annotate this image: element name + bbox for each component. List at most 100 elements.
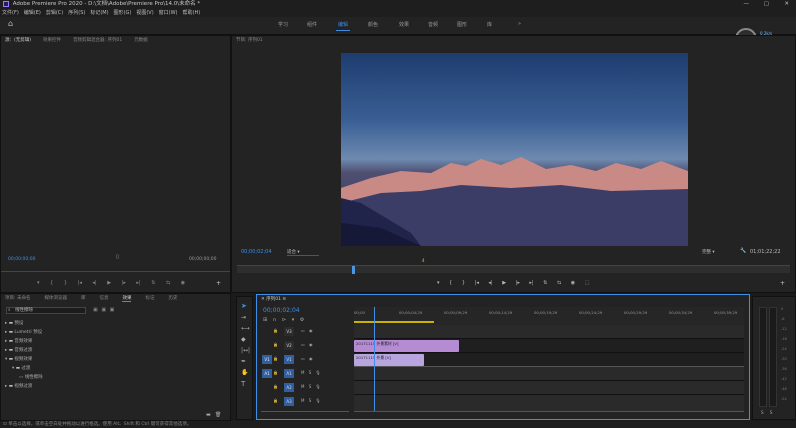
home-icon[interactable]: ⌂ <box>8 19 13 28</box>
workspace-tab[interactable]: 效果 <box>399 21 409 28</box>
track-visibility-icon[interactable]: ▭ ◉ <box>301 356 313 361</box>
type-tool-icon[interactable]: T <box>241 380 245 388</box>
source-tab[interactable]: 源：(无剪辑) <box>5 38 31 43</box>
track-visibility-icon[interactable]: ▭ ◉ <box>301 328 313 333</box>
effects-tab[interactable]: 历史 <box>168 296 177 301</box>
pen-tool-icon[interactable]: ✒ <box>241 358 246 365</box>
source-patch[interactable]: V1 <box>262 355 272 364</box>
lock-icon[interactable]: 🔒 <box>273 342 278 347</box>
lock-icon[interactable]: 🔒 <box>273 328 278 333</box>
workspace-tab[interactable]: 编辑 <box>338 21 348 28</box>
effects-tree-item[interactable]: ▸ ▬ Lumetri 预设 <box>5 328 225 337</box>
effects-tree-item[interactable]: ▸ ▬ 预设 <box>5 319 225 328</box>
effects-tab[interactable]: 媒体浏览器 <box>44 296 67 301</box>
ruler-tick-label: 00;00;24;29 <box>579 310 603 315</box>
track-mute-solo-icons[interactable]: M S 🎙 <box>301 370 321 375</box>
razor-tool-icon[interactable]: ◆ <box>241 336 246 343</box>
track-target[interactable]: V2 <box>284 341 294 350</box>
track-target[interactable]: V1 <box>284 355 294 364</box>
menu-item[interactable]: 标记(M) <box>90 10 108 16</box>
track-target[interactable]: A1 <box>284 369 294 378</box>
track-header[interactable]: A2 🔒 M S 🎙 <box>261 381 353 394</box>
program-playhead[interactable] <box>352 266 355 274</box>
effects-tab[interactable]: 效果 <box>122 296 132 302</box>
track-area[interactable]: 20171115 外景素材 [V] 20171115 外景 [V] <box>354 307 744 411</box>
track-header[interactable]: V2 🔒 ▭ ◉ <box>261 339 353 352</box>
source-patch[interactable]: A1 <box>262 369 272 378</box>
source-add-button[interactable]: + <box>216 280 221 287</box>
program-add-button[interactable]: + <box>780 280 785 287</box>
lock-icon[interactable]: 🔒 <box>273 356 278 361</box>
effects-tab[interactable]: 项目: 未命名 <box>5 296 30 301</box>
source-marker-icon: ▯ <box>116 254 119 260</box>
menu-item[interactable]: 窗口(W) <box>159 10 178 16</box>
track-select-tool-icon[interactable]: ⇥ <box>241 314 246 321</box>
timeline-clip[interactable]: 20171115 外景素材 [V] <box>354 340 460 352</box>
effects-tab[interactable]: 库 <box>81 296 86 301</box>
track-target[interactable]: V3 <box>284 327 294 336</box>
workspace-tab[interactable]: 库 <box>487 21 492 28</box>
effects-tree-item[interactable]: ▾ ▬ 过渡 <box>5 364 225 373</box>
lock-icon[interactable]: 🔒 <box>273 384 278 389</box>
ruler-tick-label: 00;00 <box>354 310 365 315</box>
selection-tool-icon[interactable]: ➤ <box>241 302 247 310</box>
source-tab[interactable]: 效果控件 <box>43 38 61 43</box>
effects-tree-item[interactable]: ▭ 线性擦除 <box>5 373 225 382</box>
track-mute-solo-icons[interactable]: M S 🎙 <box>301 384 321 389</box>
menu-item[interactable]: 序列(S) <box>68 10 85 16</box>
effects-tab[interactable]: 标记 <box>145 296 154 301</box>
close-button[interactable]: ✕ <box>784 0 789 9</box>
program-scrubber[interactable] <box>237 265 790 274</box>
workspace-tab[interactable]: 图形 <box>457 21 467 28</box>
source-tab[interactable]: 音频剪辑混合器: 序列01 <box>73 38 122 43</box>
timeline-clip[interactable]: 20171115 外景 [V] <box>354 354 425 366</box>
quality-dropdown[interactable]: 完整 ▾ <box>702 249 734 255</box>
menu-item[interactable]: 剪辑(C) <box>46 10 63 16</box>
track-header[interactable]: V3 🔒 ▭ ◉ <box>261 325 353 338</box>
timeline-ruler[interactable]: 00;00 00;00;04;29 00;00;09;29 00;00;14;29 00… <box>354 307 744 325</box>
slip-tool-icon[interactable]: |↔| <box>241 347 250 354</box>
effects-tree-item[interactable]: ▸ ▬ 视频过渡 <box>5 382 225 391</box>
timeline-scrollbar[interactable] <box>354 411 744 416</box>
workspace-tab[interactable]: 音频 <box>428 21 438 28</box>
track-header[interactable]: A1 A1 🔒 M S 🎙 <box>261 367 353 380</box>
effects-search-input[interactable]: ⌕ 线性擦除 <box>6 307 86 314</box>
menu-item[interactable]: 帮助(H) <box>183 10 201 16</box>
menu-item[interactable]: 编辑(E) <box>24 10 41 16</box>
track-target[interactable]: A2 <box>284 383 294 392</box>
effects-tab[interactable]: 信息 <box>99 296 108 301</box>
lock-icon[interactable]: 🔒 <box>273 370 278 375</box>
new-bin-icon[interactable]: ▬ <box>206 412 211 418</box>
menu-item[interactable]: 文件(F) <box>2 10 19 16</box>
track-target[interactable]: A3 <box>284 397 294 406</box>
more-workspaces-icon[interactable]: » <box>518 21 521 27</box>
workspace-tab[interactable]: 学习 <box>278 21 288 28</box>
fit-dropdown[interactable]: 适合 ▾ <box>287 249 319 256</box>
lock-icon[interactable]: 🔒 <box>273 398 278 403</box>
maximize-button[interactable]: ▢ <box>764 0 769 9</box>
ripple-edit-tool-icon[interactable]: ⟷ <box>241 325 250 332</box>
minimize-button[interactable]: — <box>744 0 750 9</box>
timeline-toolbar-icons[interactable]: ⊞ ∩ ⊳ ▾ ⚙ <box>263 317 304 323</box>
settings-wrench-icon[interactable]: 🔧 <box>740 248 746 254</box>
timeline-playhead[interactable] <box>373 307 375 411</box>
timeline-h-zoom[interactable] <box>261 411 349 416</box>
audio-meter: 0 -6 -12 -18 -24 -30 -36 -42 -48 -54 S S <box>752 296 796 420</box>
hand-tool-icon[interactable]: ✋ <box>241 369 248 376</box>
menu-item[interactable]: 图形(G) <box>114 10 132 16</box>
effects-tree-item[interactable]: ▸ ▬ 音频效果 <box>5 337 225 346</box>
track-visibility-icon[interactable]: ▭ ◉ <box>301 342 313 347</box>
meter-solo-buttons[interactable]: S S <box>761 410 772 415</box>
track-header[interactable]: A3 🔒 M S 🎙 <box>261 395 353 408</box>
meter-db-label: -6 <box>781 317 785 321</box>
effects-filter-icons[interactable]: ▣ ▣ ▣ <box>93 307 114 313</box>
source-tab[interactable]: 元数据 <box>134 38 148 43</box>
workspace-tab[interactable]: 组件 <box>307 21 317 28</box>
track-header[interactable]: V1 V1 🔒 ▭ ◉ <box>261 353 353 366</box>
effects-tree-item[interactable]: ▸ ▬ 音频过渡 <box>5 346 225 355</box>
track-mute-solo-icons[interactable]: M S 🎙 <box>301 398 321 403</box>
effects-tree-item[interactable]: ▾ ▬ 视频效果 <box>5 355 225 364</box>
workspace-tab[interactable]: 颜色 <box>368 21 378 28</box>
menu-item[interactable]: 视图(V) <box>136 10 153 16</box>
delete-icon[interactable]: 🗑 <box>215 412 221 418</box>
